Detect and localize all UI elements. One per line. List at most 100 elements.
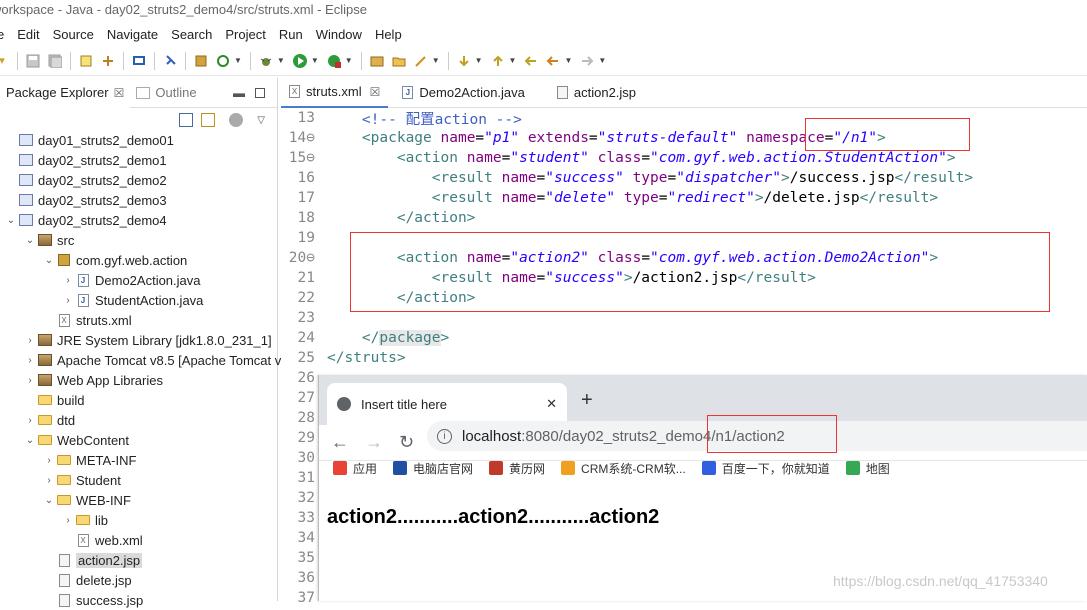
bookmark[interactable]: 黄历网 [489, 460, 545, 477]
new-server-icon[interactable] [369, 53, 385, 69]
info-icon[interactable]: i [437, 428, 452, 444]
open-type-icon[interactable] [100, 53, 116, 69]
chevron-down-icon[interactable]: ▼ [311, 56, 319, 65]
back-arrow-icon[interactable]: ← [331, 432, 349, 453]
tree-item[interactable]: › J StudentAction.java [61, 290, 203, 310]
package-icon[interactable] [193, 53, 209, 69]
minimize-icon[interactable]: ▬ [233, 86, 245, 100]
save-icon[interactable] [25, 53, 41, 69]
menu-navigate[interactable]: Navigate [107, 27, 158, 42]
view-menu-icon[interactable]: ▽ [257, 115, 265, 126]
next-annotation-icon[interactable] [456, 53, 472, 69]
expand-arrow-icon[interactable]: ⌄ [23, 235, 37, 246]
maximize-icon[interactable] [255, 87, 265, 98]
menu-edit[interactable]: Edit [17, 27, 39, 42]
chevron-down-icon[interactable]: ▼ [345, 56, 353, 65]
link-with-editor-icon[interactable] [201, 113, 216, 127]
new-dropdown-icon[interactable]: ▾ [0, 53, 10, 69]
tree-item[interactable]: › META-INF [42, 450, 136, 470]
tree-item[interactable]: › Web App Libraries [23, 370, 163, 390]
wand-icon[interactable] [413, 53, 429, 69]
tree-item[interactable]: ⌄ WebContent [23, 430, 129, 450]
bookmark[interactable]: 地图 [845, 460, 890, 477]
tree-item[interactable]: ⌄ WEB-INF [42, 490, 131, 510]
close-icon[interactable]: ☒ [370, 85, 381, 99]
menu-e[interactable]: e [0, 27, 4, 42]
tree-item[interactable]: success.jsp [42, 590, 143, 610]
bookmark[interactable]: 百度一下，你就知道 [701, 460, 830, 477]
last-edit-icon[interactable] [523, 53, 539, 69]
focus-icon[interactable] [229, 113, 244, 127]
menu-window[interactable]: Window [316, 27, 362, 42]
save-all-icon[interactable] [47, 53, 63, 69]
menu-help[interactable]: Help [375, 27, 402, 42]
tree-item[interactable]: › Student [42, 470, 121, 490]
chevron-down-icon[interactable]: ▼ [509, 56, 517, 65]
tree-item[interactable]: › JRE System Library [jdk1.8.0_231_1] [23, 330, 271, 350]
new-tab-button[interactable]: + [581, 389, 593, 412]
expand-arrow-icon[interactable]: › [42, 455, 56, 466]
open-folder-icon[interactable] [391, 53, 407, 69]
run-icon[interactable] [292, 53, 308, 69]
tree-item[interactable]: build [23, 390, 84, 410]
tree-item[interactable]: › J Demo2Action.java [61, 270, 200, 290]
pin-icon[interactable] [162, 53, 178, 69]
tree-item[interactable]: › lib [61, 510, 108, 530]
bookmark[interactable]: CRM系统-CRM软... [561, 460, 686, 477]
tree-item[interactable]: day02_struts2_demo1 [4, 150, 167, 170]
expand-arrow-icon[interactable]: › [61, 515, 75, 526]
editor-tab[interactable]: Xstruts.xml ☒ [281, 77, 389, 108]
expand-arrow-icon[interactable]: › [23, 415, 37, 426]
reload-icon[interactable]: ↻ [399, 432, 414, 453]
debug-icon[interactable] [258, 53, 274, 69]
forward-icon[interactable] [579, 53, 595, 69]
external-tools-icon[interactable] [326, 53, 342, 69]
tree-item[interactable]: Xweb.xml [61, 530, 143, 550]
expand-arrow-icon[interactable]: › [23, 355, 37, 366]
tree-item[interactable]: › dtd [23, 410, 75, 430]
tab-outline[interactable]: Outline [130, 78, 202, 108]
forward-arrow-icon[interactable]: → [365, 432, 383, 453]
chevron-down-icon[interactable]: ▼ [432, 56, 440, 65]
expand-arrow-icon[interactable]: › [23, 375, 37, 386]
expand-arrow-icon[interactable]: › [23, 335, 37, 346]
back-icon[interactable] [545, 53, 561, 69]
expand-arrow-icon[interactable]: ⌄ [42, 495, 56, 506]
close-icon[interactable]: ☒ [114, 86, 125, 100]
chevron-down-icon[interactable]: ▼ [598, 56, 606, 65]
previous-annotation-icon[interactable] [490, 53, 506, 69]
expand-arrow-icon[interactable]: › [61, 275, 75, 286]
editor-tab[interactable]: J Demo2Action.java [394, 78, 533, 108]
tree-item[interactable]: day02_struts2_demo2 [4, 170, 167, 190]
tree-item[interactable]: Xstruts.xml [42, 310, 132, 330]
editor-tab[interactable]: action2.jsp [549, 78, 644, 108]
skip-breakpoints-icon[interactable] [78, 53, 94, 69]
menu-run[interactable]: Run [279, 27, 303, 42]
chevron-down-icon[interactable]: ▼ [564, 56, 572, 65]
bookmark[interactable]: 电脑店官网 [393, 460, 473, 477]
console-icon[interactable] [131, 53, 147, 69]
tab-package-explorer[interactable]: Package Explorer ☒ [0, 77, 131, 108]
refresh-server-icon[interactable] [215, 53, 231, 69]
collapse-all-icon[interactable] [179, 113, 194, 127]
tree-item[interactable]: day01_struts2_demo01 [4, 130, 174, 150]
tree-item[interactable]: day02_struts2_demo3 [4, 190, 167, 210]
chevron-down-icon[interactable]: ▼ [277, 56, 285, 65]
tree-item[interactable]: › Apache Tomcat v8.5 [Apache Tomcat v8 [23, 350, 288, 370]
tree-item[interactable]: ⌄ src [23, 230, 75, 250]
tree-item[interactable]: action2.jsp [42, 550, 143, 570]
chevron-down-icon[interactable]: ▼ [234, 56, 242, 65]
menu-project[interactable]: Project [225, 27, 265, 42]
menu-source[interactable]: Source [53, 27, 94, 42]
close-tab-icon[interactable]: ✕ [546, 396, 557, 412]
chevron-down-icon[interactable]: ▼ [475, 56, 483, 65]
menu-search[interactable]: Search [171, 27, 212, 42]
tree-item[interactable]: delete.jsp [42, 570, 132, 590]
expand-arrow-icon[interactable]: ⌄ [42, 255, 56, 266]
expand-arrow-icon[interactable]: ⌄ [23, 435, 37, 446]
expand-arrow-icon[interactable]: › [42, 475, 56, 486]
expand-arrow-icon[interactable]: › [61, 295, 75, 306]
bookmark[interactable]: 应用 [333, 460, 377, 477]
tree-item[interactable]: ⌄ com.gyf.web.action [42, 250, 187, 270]
tree-item[interactable]: ⌄ day02_struts2_demo4 [4, 210, 167, 230]
